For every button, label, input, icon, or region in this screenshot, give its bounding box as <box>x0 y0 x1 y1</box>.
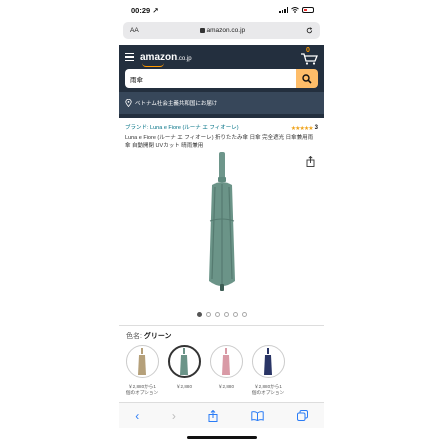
location-pin-icon <box>125 99 132 107</box>
address-text[interactable]: amazon.co.jp <box>207 27 246 34</box>
home-indicator <box>187 436 257 439</box>
swatch-image[interactable] <box>125 345 159 378</box>
umbrella-thumbnail-icon <box>222 347 230 375</box>
rating-stars: ★★★★★ <box>290 125 314 132</box>
menu-icon[interactable] <box>125 52 134 62</box>
status-bar: 00:29 ↗ <box>119 0 324 20</box>
search-icon <box>302 73 312 84</box>
delivery-location[interactable]: ベトナム社会主義共和国にお届け <box>119 92 324 114</box>
forward-button[interactable]: › <box>172 409 176 423</box>
wifi-icon <box>291 7 299 13</box>
divider <box>119 325 324 326</box>
share-icon[interactable] <box>208 409 218 422</box>
search-input[interactable] <box>125 69 296 88</box>
text-size-button[interactable]: AA <box>130 27 139 34</box>
color-swatch-green[interactable]: ￥2,880 <box>167 345 201 396</box>
tabs-icon[interactable] <box>296 410 308 421</box>
cart-button[interactable]: 0 <box>300 47 318 65</box>
carousel-dot[interactable] <box>241 312 247 317</box>
umbrella-thumbnail-icon <box>138 347 146 375</box>
swatch-image[interactable] <box>251 345 285 378</box>
bookmarks-icon[interactable] <box>251 410 264 421</box>
umbrella-thumbnail-icon <box>264 347 272 375</box>
color-swatch-pink[interactable]: ￥2,880 <box>209 345 243 396</box>
search-button[interactable] <box>296 69 318 88</box>
color-name-label: 色名: グリーン <box>126 333 172 340</box>
carousel-dot[interactable] <box>232 312 238 317</box>
browser-address-bar[interactable]: AA amazon.co.jp <box>123 22 320 39</box>
carousel-dots[interactable] <box>119 312 324 317</box>
browser-toolbar: ‹ › <box>119 402 324 428</box>
back-button[interactable]: ‹ <box>135 409 139 423</box>
phone-screen: 00:29 ↗ AA amazon.co.jp amazon.co.jp 0 雨… <box>119 0 324 443</box>
swatch-image[interactable] <box>167 345 201 378</box>
battery-icon <box>302 7 314 13</box>
product-image-carousel[interactable] <box>119 150 324 293</box>
amazon-header: amazon.co.jp 0 ベトナム社会主義共和国にお届け <box>119 45 324 118</box>
umbrella-product-image <box>208 152 235 291</box>
color-swatch-list: ￥2,880から1 個のオプション ￥2,880 ￥2,880 ￥2,880から1… <box>125 345 285 396</box>
color-swatch-beige[interactable]: ￥2,880から1 個のオプション <box>125 345 159 396</box>
signal-icon <box>279 7 288 13</box>
share-icon[interactable] <box>306 156 315 167</box>
carousel-dot[interactable] <box>214 312 220 317</box>
selected-color: グリーン <box>143 333 172 340</box>
product-title: Luna e Fiore (ルーナ エ フィオーレ) 折りたたみ傘 日傘 完全遮… <box>125 135 314 149</box>
product-section: ブランド: Luna e Fiore (ルーナ エ フィオーレ) ★★★★★ 3 … <box>119 118 324 293</box>
carousel-dot[interactable] <box>205 312 211 317</box>
amazon-logo[interactable]: amazon.co.jp <box>140 52 192 67</box>
search-bar[interactable] <box>125 69 318 88</box>
cart-icon <box>301 53 318 65</box>
umbrella-thumbnail-icon <box>180 347 188 375</box>
carousel-dot[interactable] <box>196 312 202 317</box>
rating-count: 3 <box>314 125 318 131</box>
color-swatch-navy[interactable]: ￥2,880から1 個のオプション <box>251 345 285 396</box>
reload-icon[interactable] <box>306 27 313 34</box>
lock-icon <box>199 28 205 33</box>
status-time: 00:29 ↗ <box>131 5 159 15</box>
carousel-dot[interactable] <box>223 312 229 317</box>
rating[interactable]: ★★★★★ 3 <box>291 124 318 132</box>
brand-link[interactable]: ブランド: Luna e Fiore (ルーナ エ フィオーレ) <box>125 124 265 132</box>
swatch-image[interactable] <box>209 345 243 378</box>
